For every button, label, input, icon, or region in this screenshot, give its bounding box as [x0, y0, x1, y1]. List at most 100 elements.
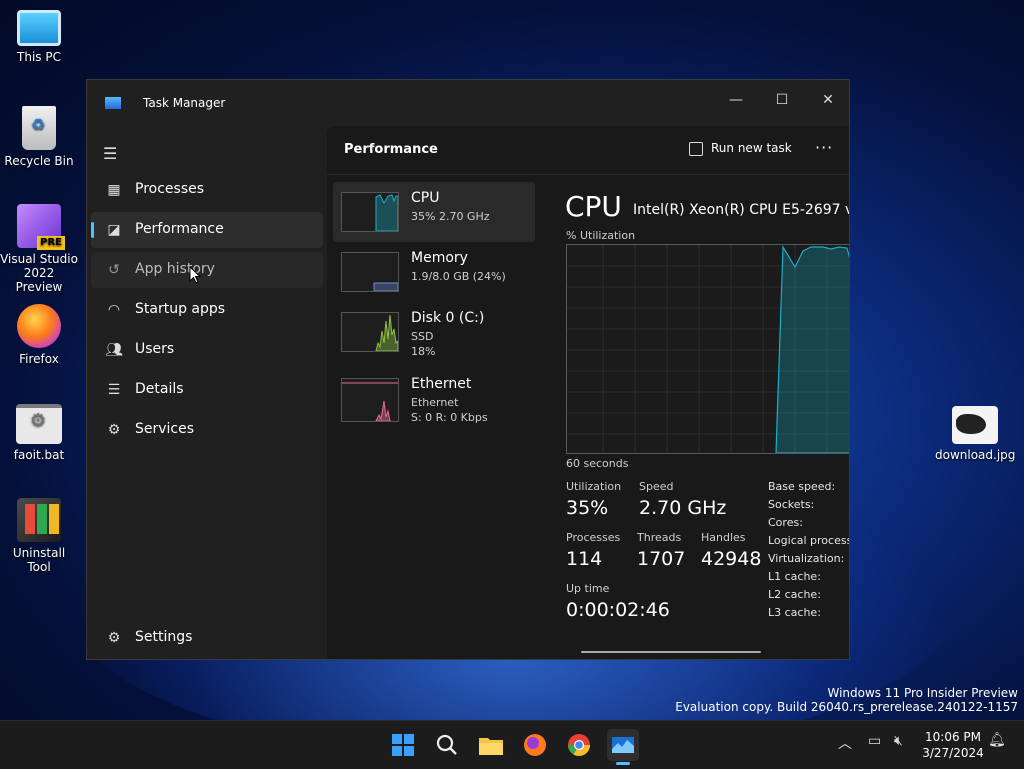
- desktop-icon-download-jpg[interactable]: download.jpg: [935, 406, 1015, 462]
- close-button[interactable]: ✕: [805, 86, 849, 116]
- volume-muted-icon[interactable]: 🔇︎: [894, 733, 903, 749]
- details-icon: ☰: [107, 382, 121, 398]
- desktop-icon-faoit-bat[interactable]: ⚙ faoit.bat: [0, 404, 78, 462]
- desktop-icon-recycle-bin[interactable]: ♻ Recycle Bin: [0, 106, 78, 168]
- monitor-icon: [17, 10, 61, 46]
- cpu-utilization-area: [775, 245, 849, 453]
- nav-item-users[interactable]: 👥︎ Users: [91, 332, 323, 368]
- uninstall-tool-icon: [17, 498, 61, 542]
- spec-l1-cache-label: L1 cache:: [768, 570, 821, 583]
- window-title: Task Manager: [143, 96, 226, 110]
- nav-item-label: Settings: [135, 629, 193, 645]
- resource-detail-line: 35% 2.70 GHz: [411, 210, 490, 223]
- windows-start-icon[interactable]: [387, 729, 419, 761]
- task-manager-window: Task Manager — ☐ ✕ ☰ ▦ Processes ◪ Perfo…: [86, 79, 850, 660]
- disk-thumbnail: [341, 312, 399, 352]
- spec-virtualization-label: Virtualization:: [768, 552, 845, 565]
- desktop-icon-label: Recycle Bin: [4, 154, 74, 168]
- nav-item-label: Services: [135, 421, 195, 437]
- desktop-icon-this-pc[interactable]: This PC: [0, 10, 78, 64]
- hamburger-icon[interactable]: ☰: [103, 144, 119, 163]
- task-manager-icon[interactable]: [607, 729, 639, 765]
- spec-base-speed-label: Base speed:: [768, 480, 836, 493]
- spec-l3-cache-label: L3 cache:: [768, 606, 821, 619]
- resource-item-disk[interactable]: Disk 0 (C:) SSD 18%: [333, 302, 535, 362]
- notification-bell-icon[interactable]: 🔔︎: [988, 732, 1006, 748]
- nav-item-startup-apps[interactable]: ◠ Startup apps: [91, 292, 323, 328]
- nav-item-label: Users: [135, 341, 175, 357]
- desktop-icon-label: Visual Studio 2022 Preview: [0, 252, 78, 294]
- run-task-icon: [689, 141, 703, 156]
- nav-item-services[interactable]: ⚙ Services: [91, 412, 323, 448]
- resource-item-memory[interactable]: Memory 1.9/8.0 GB (24%): [333, 242, 535, 302]
- memory-sparkline: [373, 282, 398, 291]
- network-icon[interactable]: ▭: [868, 733, 881, 749]
- cpu-model-name: Intel(R) Xeon(R) CPU E5-2697 v: [633, 202, 850, 218]
- cpu-graph-svg: [567, 245, 849, 453]
- resource-item-cpu[interactable]: CPU 35% 2.70 GHz: [333, 182, 535, 242]
- more-options-button[interactable]: ···: [815, 138, 833, 157]
- nav-item-processes[interactable]: ▦ Processes: [91, 172, 323, 208]
- watermark-line1: Windows 11 Pro Insider Preview: [827, 686, 1018, 700]
- nav-item-performance[interactable]: ◪ Performance: [91, 212, 323, 248]
- speed-value: 2.70 GHz: [639, 497, 727, 519]
- file-explorer-icon[interactable]: [475, 729, 507, 761]
- resource-detail: 35% 2.70 GHz: [411, 209, 490, 224]
- nav-item-label: Details: [135, 381, 184, 397]
- time-axis-label: 60 seconds: [566, 457, 629, 470]
- users-icon: 👥︎: [105, 342, 123, 358]
- processes-label: Processes: [566, 531, 621, 544]
- content-header: Performance Run new task ···: [327, 126, 849, 175]
- nav-item-details[interactable]: ☰ Details: [91, 372, 323, 408]
- minimize-button[interactable]: —: [713, 86, 759, 116]
- clock-time: 10:06 PM: [925, 730, 981, 744]
- resource-item-ethernet[interactable]: Ethernet Ethernet S: 0 R: 0 Kbps: [333, 368, 535, 428]
- firefox-glyph: [524, 734, 546, 756]
- ethernet-thumbnail: [341, 378, 399, 422]
- resource-detail-line: SSD: [411, 330, 434, 343]
- search-glyph: [436, 734, 457, 755]
- nav-item-label: Performance: [135, 221, 224, 237]
- pre-badge: PRE: [37, 236, 65, 250]
- nav-item-app-history[interactable]: ↺ App history: [91, 252, 323, 288]
- chrome-icon[interactable]: [563, 729, 595, 761]
- services-icon: ⚙: [107, 422, 121, 438]
- utilization-axis-label: % Utilization: [566, 229, 636, 242]
- spec-logical-processors-label: Logical processo: [768, 534, 850, 547]
- task-manager-glyph: [612, 737, 634, 753]
- desktop-icon-firefox[interactable]: Firefox: [0, 304, 78, 366]
- desktop-icon-label: Uninstall Tool: [12, 546, 66, 574]
- system-clock[interactable]: 10:06 PM 3/27/2024: [922, 729, 984, 761]
- disk-sparkline: [375, 314, 398, 351]
- desktop-icon-uninstall-tool[interactable]: Uninstall Tool: [0, 498, 78, 574]
- windows-logo: [392, 734, 414, 756]
- page-title: Performance: [344, 142, 438, 157]
- threads-label: Threads: [637, 531, 682, 544]
- mouse-cursor-icon: [189, 266, 201, 284]
- title-bar[interactable]: Task Manager — ☐ ✕: [87, 80, 849, 126]
- history-icon: ↺: [108, 262, 120, 278]
- nav-item-label: App history: [135, 261, 215, 277]
- nav-item-settings[interactable]: ⚙ Settings: [91, 620, 323, 656]
- run-new-task-button[interactable]: Run new task: [689, 141, 792, 156]
- batch-file-icon: ⚙: [16, 404, 62, 444]
- resource-detail: 1.9/8.0 GB (24%): [411, 269, 506, 284]
- show-hidden-icons-chevron-icon[interactable]: ︿: [838, 733, 852, 753]
- desktop-icon-visual-studio[interactable]: PRE Visual Studio 2022 Preview: [0, 204, 78, 294]
- speed-label: Speed: [639, 480, 674, 493]
- resource-name: Disk 0 (C:): [411, 310, 485, 326]
- cpu-utilization-graph: [566, 244, 849, 454]
- resource-detail-line: 18%: [411, 345, 436, 358]
- resource-detail: SSD 18%: [411, 329, 435, 359]
- resource-name: Memory: [411, 250, 468, 266]
- startup-icon: ◠: [107, 302, 121, 318]
- recycle-bin-icon: ♻: [22, 106, 56, 150]
- firefox-icon[interactable]: [519, 729, 551, 761]
- memory-thumbnail: [341, 252, 399, 292]
- horizontal-scrollbar[interactable]: [581, 651, 761, 653]
- cpu-thumbnail: [341, 192, 399, 232]
- search-icon[interactable]: [431, 729, 463, 761]
- maximize-button[interactable]: ☐: [759, 86, 805, 116]
- resource-name: CPU: [411, 190, 440, 206]
- resource-detail: Ethernet S: 0 R: 0 Kbps: [411, 395, 488, 425]
